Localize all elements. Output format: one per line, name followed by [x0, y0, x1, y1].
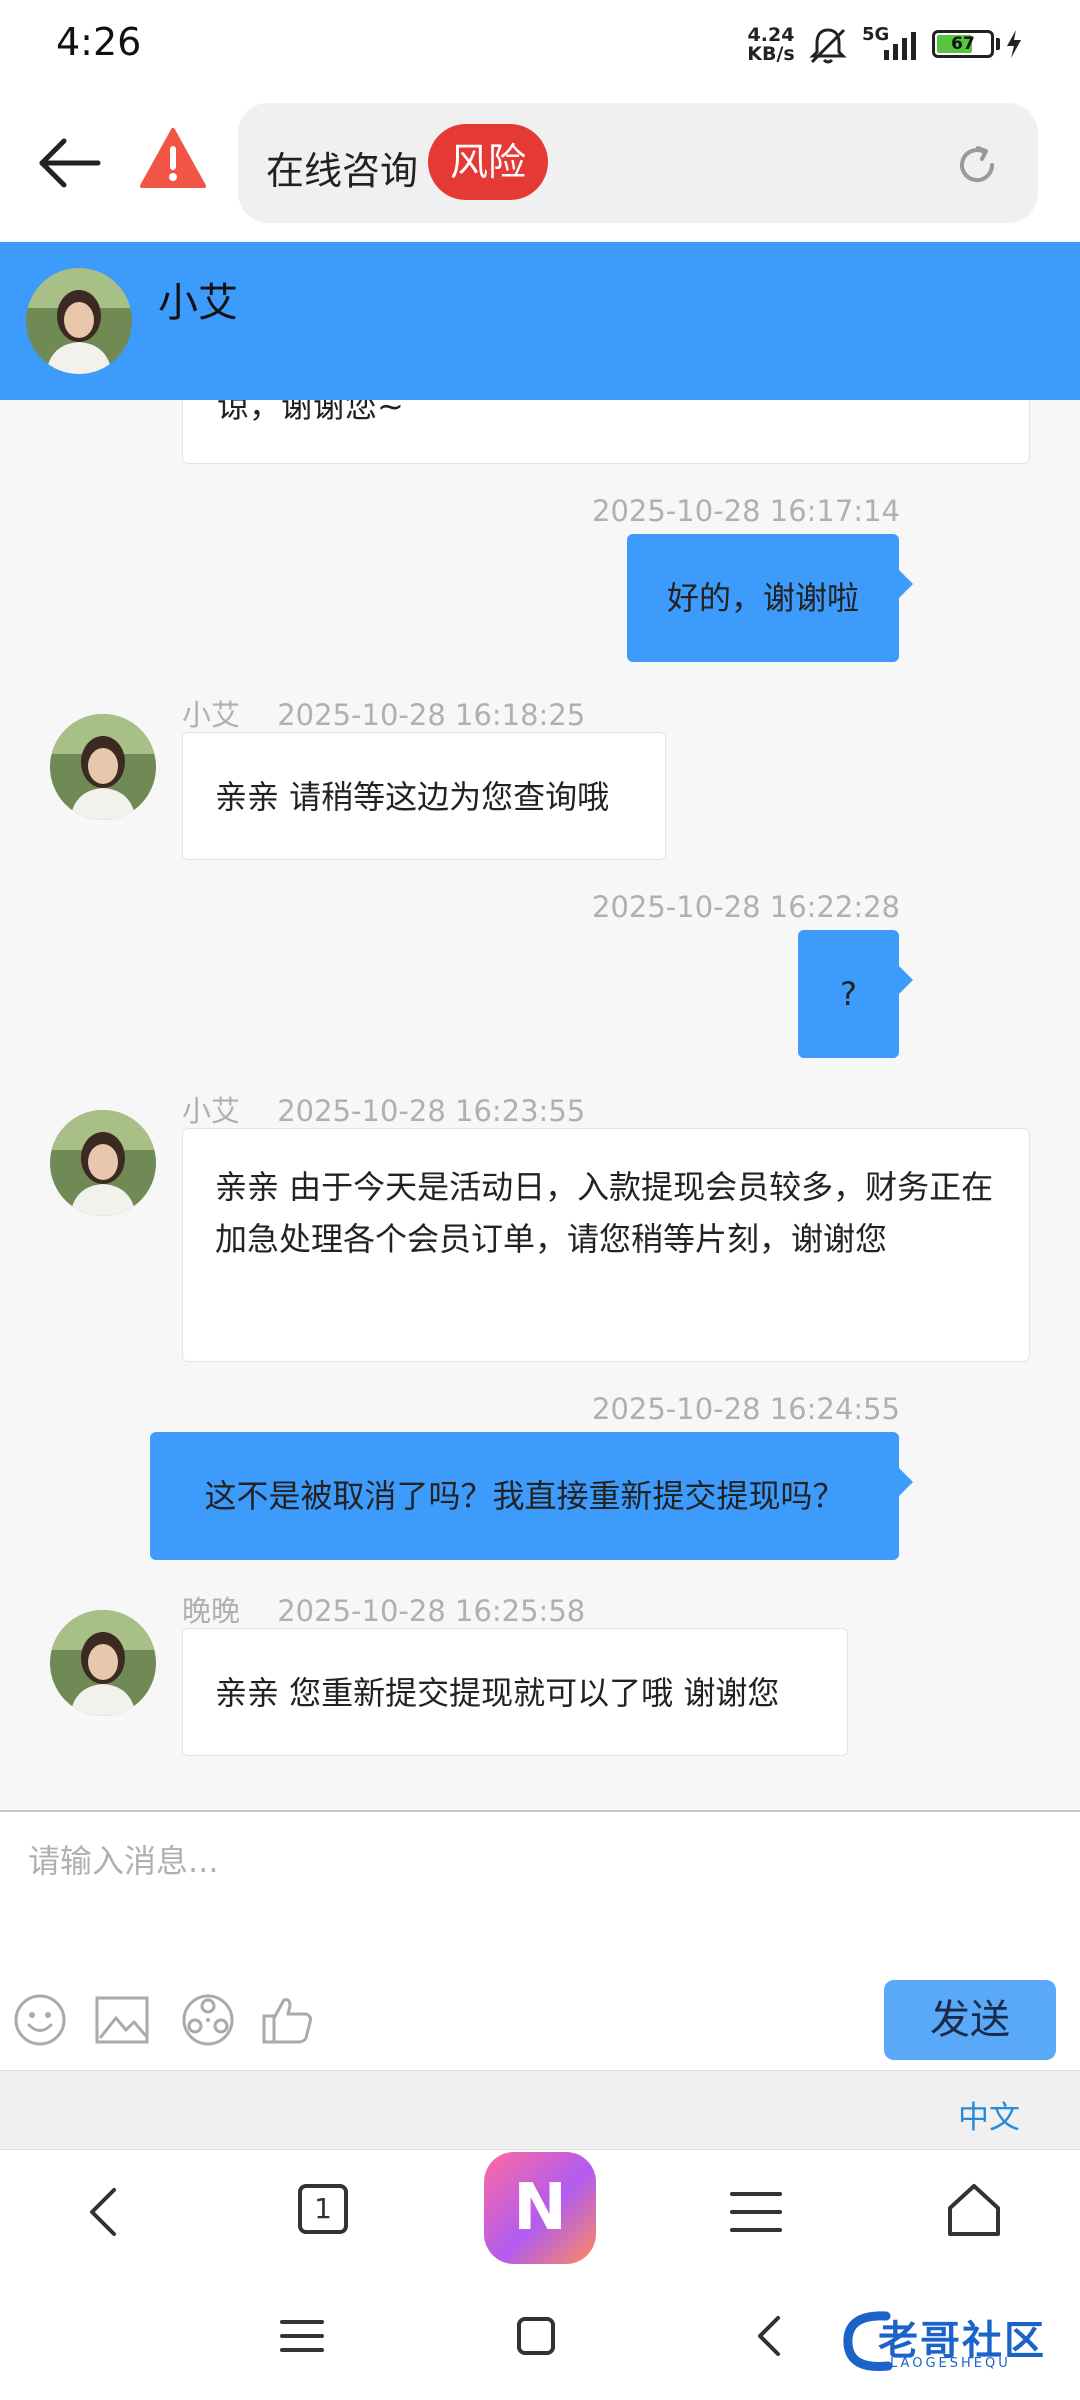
status-time: 4:26 — [56, 20, 142, 64]
watermark-subtext: LAOGESHEQU — [890, 2356, 1011, 2371]
battery-tip — [996, 38, 1000, 50]
system-home-icon[interactable] — [506, 2306, 566, 2366]
language-toggle[interactable]: 中文 — [958, 2092, 1020, 2137]
message-timestamp: 2025-10-28 16:22:28 — [592, 890, 900, 924]
language-bar — [0, 2070, 1080, 2150]
message-input[interactable]: 请输入消息... — [28, 1836, 219, 1882]
message-text: 好的，谢谢啦 — [666, 579, 859, 617]
message-bubble-outgoing: 这不是被取消了吗？我直接重新提交提现吗？ — [150, 1432, 913, 1560]
thumbs-up-icon[interactable] — [260, 1992, 316, 2048]
film-reel-icon[interactable] — [180, 1992, 236, 2048]
message-sender: 小艾 — [182, 1094, 241, 1128]
tabs-button[interactable]: 1 — [298, 2184, 348, 2234]
charging-icon — [1007, 30, 1021, 58]
emoji-icon[interactable] — [12, 1992, 68, 2048]
logo-letter: N — [513, 2171, 567, 2245]
image-icon[interactable] — [94, 1992, 150, 2048]
bubble-tail — [899, 966, 913, 994]
agent-name: 小艾 — [158, 280, 238, 326]
message-text: 亲亲 您重新提交提现就可以了哦 谢谢您 — [215, 1674, 780, 1712]
network-speed-unit: KB/s — [747, 43, 795, 65]
agent-avatar[interactable] — [50, 714, 156, 820]
system-back-icon[interactable] — [740, 2306, 800, 2366]
menu-icon[interactable] — [726, 2182, 786, 2242]
message-sender: 小艾 — [182, 698, 241, 732]
message-timestamp: 2025-10-28 16:23:55 — [277, 1094, 586, 1128]
message-bubble-outgoing: ? — [798, 930, 913, 1058]
battery-indicator: 67 — [932, 30, 994, 58]
message-bubble-outgoing: 好的，谢谢啦 — [627, 534, 913, 662]
message-timestamp: 2025-10-28 16:24:55 — [592, 1392, 900, 1426]
message-meta: 小艾 2025-10-28 16:23:55 — [182, 1088, 585, 1130]
message-text: ? — [840, 975, 857, 1013]
battery-percent: 67 — [951, 34, 975, 54]
bubble-tail — [899, 570, 913, 598]
message-bubble-incoming: 亲亲 由于今天是活动日，入款提现会员较多，财务正在加急处理各个会员订单，请您稍等… — [182, 1128, 1030, 1362]
warning-icon[interactable] — [140, 128, 206, 188]
message-text: 亲亲 请稍等这边为您查询哦 — [215, 778, 610, 816]
send-button[interactable]: 发送 — [884, 1980, 1056, 2060]
browser-logo-button[interactable]: N — [484, 2152, 596, 2264]
home-icon[interactable] — [944, 2180, 1004, 2240]
agent-avatar[interactable] — [50, 1110, 156, 1216]
message-meta: 小艾 2025-10-28 16:18:25 — [182, 692, 585, 734]
agent-avatar[interactable] — [50, 1610, 156, 1716]
message-bubble-incoming: 亲亲 请稍等这边为您查询哦 — [182, 732, 666, 860]
back-arrow-icon[interactable] — [36, 130, 102, 196]
message-meta: 晚晚 2025-10-28 16:25:58 — [182, 1588, 585, 1630]
page-title[interactable]: 在线咨询 — [266, 140, 418, 195]
message-sender: 晚晚 — [182, 1594, 241, 1628]
bell-muted-icon — [809, 28, 847, 64]
message-bubble-incoming: 亲亲 您重新提交提现就可以了哦 谢谢您 — [182, 1628, 848, 1756]
agent-avatar[interactable] — [26, 268, 132, 374]
reload-icon[interactable] — [954, 142, 1000, 188]
risk-badge[interactable]: 风险 — [428, 124, 549, 200]
message-timestamp: 2025-10-28 16:18:25 — [277, 698, 586, 732]
browser-back-icon[interactable] — [76, 2182, 136, 2242]
watermark-logo: 老哥社区 LAOGESHEQU — [838, 2300, 1068, 2386]
message-timestamp: 2025-10-28 16:17:14 — [592, 494, 900, 528]
network-speed: 4.24 KB/s — [746, 26, 796, 64]
message-timestamp: 2025-10-28 16:25:58 — [277, 1594, 586, 1628]
message-text: 这不是被取消了吗？我直接重新提交提现吗？ — [204, 1477, 845, 1515]
signal-strength-icon — [884, 32, 916, 60]
message-text: 亲亲 由于今天是活动日，入款提现会员较多，财务正在加急处理各个会员订单，请您稍等… — [215, 1168, 994, 1258]
bubble-tail — [899, 1468, 913, 1496]
recent-apps-icon[interactable] — [272, 2306, 332, 2366]
